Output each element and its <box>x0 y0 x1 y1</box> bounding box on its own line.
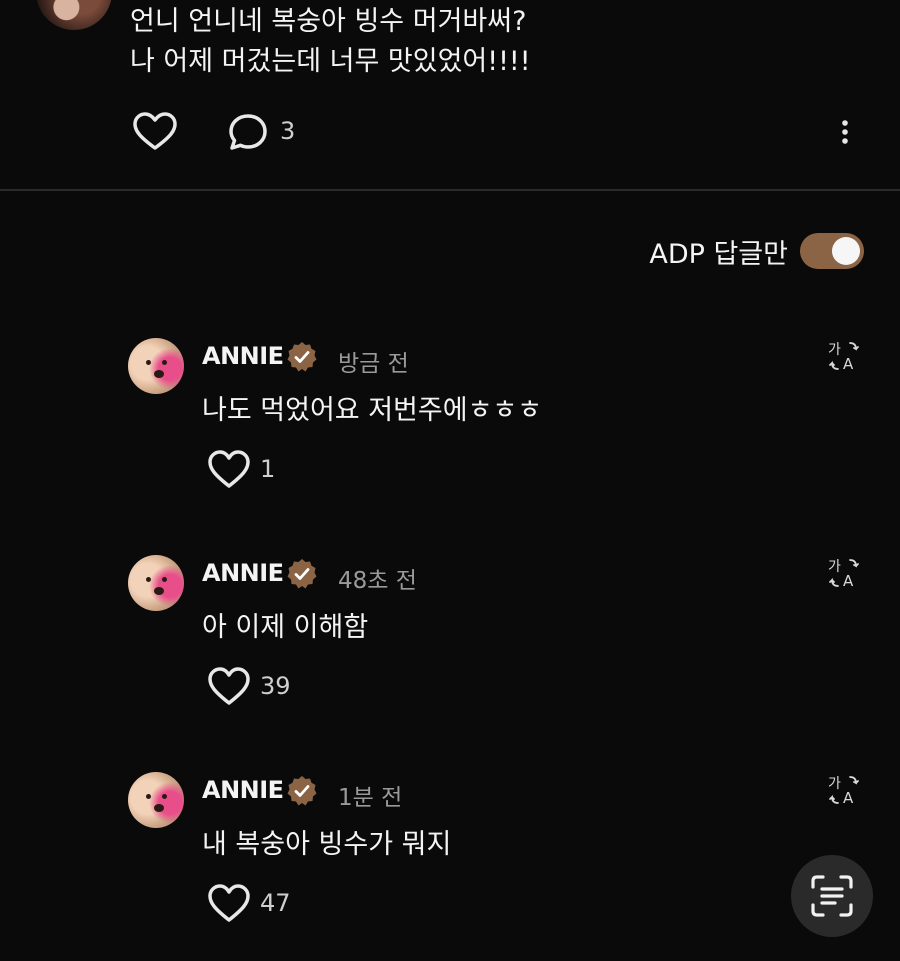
svg-text:A: A <box>843 789 854 806</box>
post-action-bar: 3 <box>130 110 870 154</box>
svg-text:가: 가 <box>828 342 841 358</box>
post-author-avatar[interactable] <box>36 0 112 30</box>
filter-toggle[interactable] <box>800 233 864 269</box>
svg-text:가: 가 <box>828 776 841 792</box>
svg-text:가: 가 <box>828 559 841 575</box>
translate-icon[interactable]: 가 A <box>828 774 860 806</box>
verified-badge-icon <box>287 776 317 806</box>
more-options-icon[interactable] <box>830 116 860 148</box>
heart-icon[interactable] <box>206 665 252 709</box>
adp-replies-filter: ADP 답글만 <box>649 230 864 272</box>
text-scan-icon <box>811 875 853 917</box>
reply-timestamp: 방금 전 <box>338 351 409 377</box>
reply-item: ANNIE 1분 전 가 A 내 복숭아 빙수가 뭐지 47 <box>128 772 868 942</box>
avatar[interactable] <box>128 772 184 828</box>
divider <box>0 189 900 191</box>
svg-text:A: A <box>843 355 854 372</box>
heart-icon[interactable] <box>206 448 252 492</box>
heart-icon[interactable] <box>130 110 180 154</box>
translate-icon[interactable]: 가 A <box>828 340 860 372</box>
reply-author[interactable]: ANNIE <box>202 559 284 587</box>
translate-icon[interactable]: 가 A <box>828 557 860 589</box>
svg-text:A: A <box>843 572 854 589</box>
reply-item: ANNIE 48초 전 가 A 아 이제 이해함 39 <box>128 555 868 725</box>
toggle-knob <box>832 237 860 265</box>
like-count: 1 <box>260 455 276 483</box>
avatar[interactable] <box>128 555 184 611</box>
reply-item: ANNIE 방금 전 가 A 나도 먹었어요 저번주에ㅎㅎㅎ 1 <box>128 338 868 508</box>
text-scan-button[interactable] <box>791 855 873 937</box>
reply-text: 나도 먹었어요 저번주에ㅎㅎㅎ <box>202 395 543 426</box>
reply-timestamp: 48초 전 <box>338 568 417 594</box>
comment-icon[interactable] <box>225 110 271 154</box>
verified-badge-icon <box>287 342 317 372</box>
reply-author[interactable]: ANNIE <box>202 776 284 804</box>
reply-timestamp: 1분 전 <box>338 785 403 811</box>
reply-text: 내 복숭아 빙수가 뭐지 <box>202 829 452 860</box>
post-text: 언니 언니네 복숭아 빙수 머거바써? 나 어제 머겄는데 너무 맛있었어!!!… <box>130 6 531 77</box>
like-count: 47 <box>260 889 291 917</box>
reply-author[interactable]: ANNIE <box>202 342 284 370</box>
avatar[interactable] <box>128 338 184 394</box>
reply-text: 아 이제 이해함 <box>202 612 369 643</box>
filter-label: ADP 답글만 <box>649 238 788 270</box>
reply-count: 3 <box>280 117 296 145</box>
heart-icon[interactable] <box>206 882 252 926</box>
verified-badge-icon <box>287 559 317 589</box>
thread-screen: 언니 언니네 복숭아 빙수 머거바써? 나 어제 머겄는데 너무 맛있었어!!!… <box>0 0 900 961</box>
like-count: 39 <box>260 672 291 700</box>
